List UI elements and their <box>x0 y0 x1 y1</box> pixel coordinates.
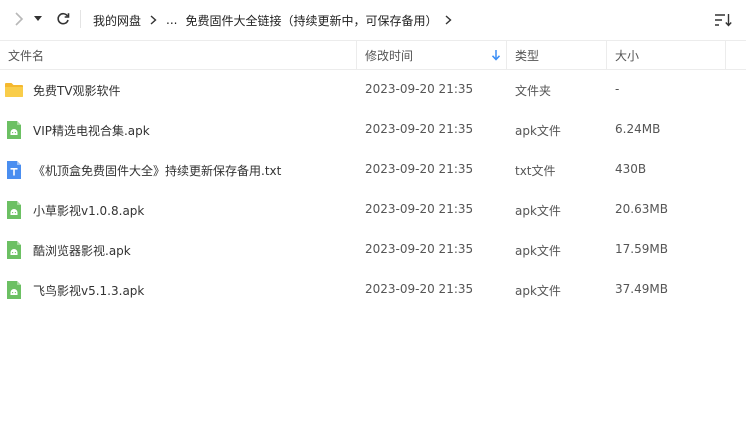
file-row[interactable]: 小草影视v1.0.8.apk 2023-09-20 21:35 apk文件 20… <box>0 190 746 230</box>
history-dropdown-button[interactable] <box>30 8 46 30</box>
apk-file-icon <box>7 121 21 139</box>
file-date: 2023-09-20 21:35 <box>365 282 474 296</box>
forward-button[interactable] <box>8 8 30 30</box>
breadcrumb-separator <box>150 15 157 25</box>
column-header: 文件名 修改时间 类型 大小 <box>0 40 746 70</box>
file-type: txt文件 <box>515 164 556 178</box>
column-divider[interactable] <box>356 41 357 69</box>
file-date: 2023-09-20 21:35 <box>365 82 474 96</box>
file-row[interactable]: 免费TV观影软件 2023-09-20 21:35 文件夹 - <box>0 70 746 110</box>
file-size: 20.63MB <box>615 202 668 216</box>
file-size: 430B <box>615 162 647 176</box>
column-header-size[interactable]: 大小 <box>615 41 735 69</box>
toolbar: 我的网盘 ... 免费固件大全链接（持续更新中，可保存备用） <box>0 0 746 40</box>
file-type: apk文件 <box>515 124 561 138</box>
file-row[interactable]: 《机顶盒免费固件大全》持续更新保存备用.txt 2023-09-20 21:35… <box>0 150 746 190</box>
file-type: apk文件 <box>515 244 561 258</box>
column-header-name[interactable]: 文件名 <box>8 41 356 69</box>
sort-arrow-down-icon <box>491 50 501 61</box>
caret-down-icon <box>34 16 42 21</box>
file-type: 文件夹 <box>515 84 552 98</box>
column-header-type[interactable]: 类型 <box>515 41 605 69</box>
file-type: apk文件 <box>515 284 561 298</box>
sort-descending-icon <box>715 14 732 27</box>
file-name: 《机顶盒免费固件大全》持续更新保存备用.txt <box>33 164 282 178</box>
file-date: 2023-09-20 21:35 <box>365 122 474 136</box>
toolbar-divider <box>80 10 81 28</box>
file-size: - <box>615 82 620 96</box>
file-size: 17.59MB <box>615 242 668 256</box>
refresh-icon <box>57 12 70 25</box>
breadcrumb: 我的网盘 ... 免费固件大全链接（持续更新中，可保存备用） <box>93 11 453 29</box>
chevron-right-icon <box>150 15 157 25</box>
file-date: 2023-09-20 21:35 <box>365 202 474 216</box>
file-name: 飞鸟影视v5.1.3.apk <box>33 284 145 298</box>
breadcrumb-ellipsis[interactable]: ... <box>166 13 177 27</box>
breadcrumb-root[interactable]: 我的网盘 <box>93 12 141 29</box>
apk-file-icon <box>7 241 21 259</box>
sort-button[interactable] <box>712 10 734 30</box>
breadcrumb-expand[interactable] <box>445 15 453 25</box>
text-file-icon <box>7 161 21 179</box>
column-divider[interactable] <box>606 41 607 69</box>
column-header-date[interactable]: 修改时间 <box>365 41 505 69</box>
file-date: 2023-09-20 21:35 <box>365 242 474 256</box>
column-divider[interactable] <box>725 41 726 69</box>
chevron-right-icon <box>446 15 453 25</box>
file-list: 免费TV观影软件 2023-09-20 21:35 文件夹 - VIP精选电视合… <box>0 70 746 310</box>
file-row[interactable]: VIP精选电视合集.apk 2023-09-20 21:35 apk文件 6.2… <box>0 110 746 150</box>
apk-file-icon <box>7 281 21 299</box>
file-name: VIP精选电视合集.apk <box>33 124 150 138</box>
file-name: 小草影视v1.0.8.apk <box>33 204 145 218</box>
file-name: 免费TV观影软件 <box>33 84 121 98</box>
folder-icon <box>5 83 23 97</box>
breadcrumb-current[interactable]: 免费固件大全链接（持续更新中，可保存备用） <box>185 12 437 29</box>
file-name: 酷浏览器影视.apk <box>33 244 131 258</box>
file-type: apk文件 <box>515 204 561 218</box>
file-size: 6.24MB <box>615 122 661 136</box>
file-size: 37.49MB <box>615 282 668 296</box>
refresh-button[interactable] <box>52 8 74 30</box>
file-row[interactable]: 飞鸟影视v5.1.3.apk 2023-09-20 21:35 apk文件 37… <box>0 270 746 310</box>
apk-file-icon <box>7 201 21 219</box>
column-divider[interactable] <box>506 41 507 69</box>
file-date: 2023-09-20 21:35 <box>365 162 474 176</box>
file-row[interactable]: 酷浏览器影视.apk 2023-09-20 21:35 apk文件 17.59M… <box>0 230 746 270</box>
chevron-right-icon <box>15 12 24 26</box>
